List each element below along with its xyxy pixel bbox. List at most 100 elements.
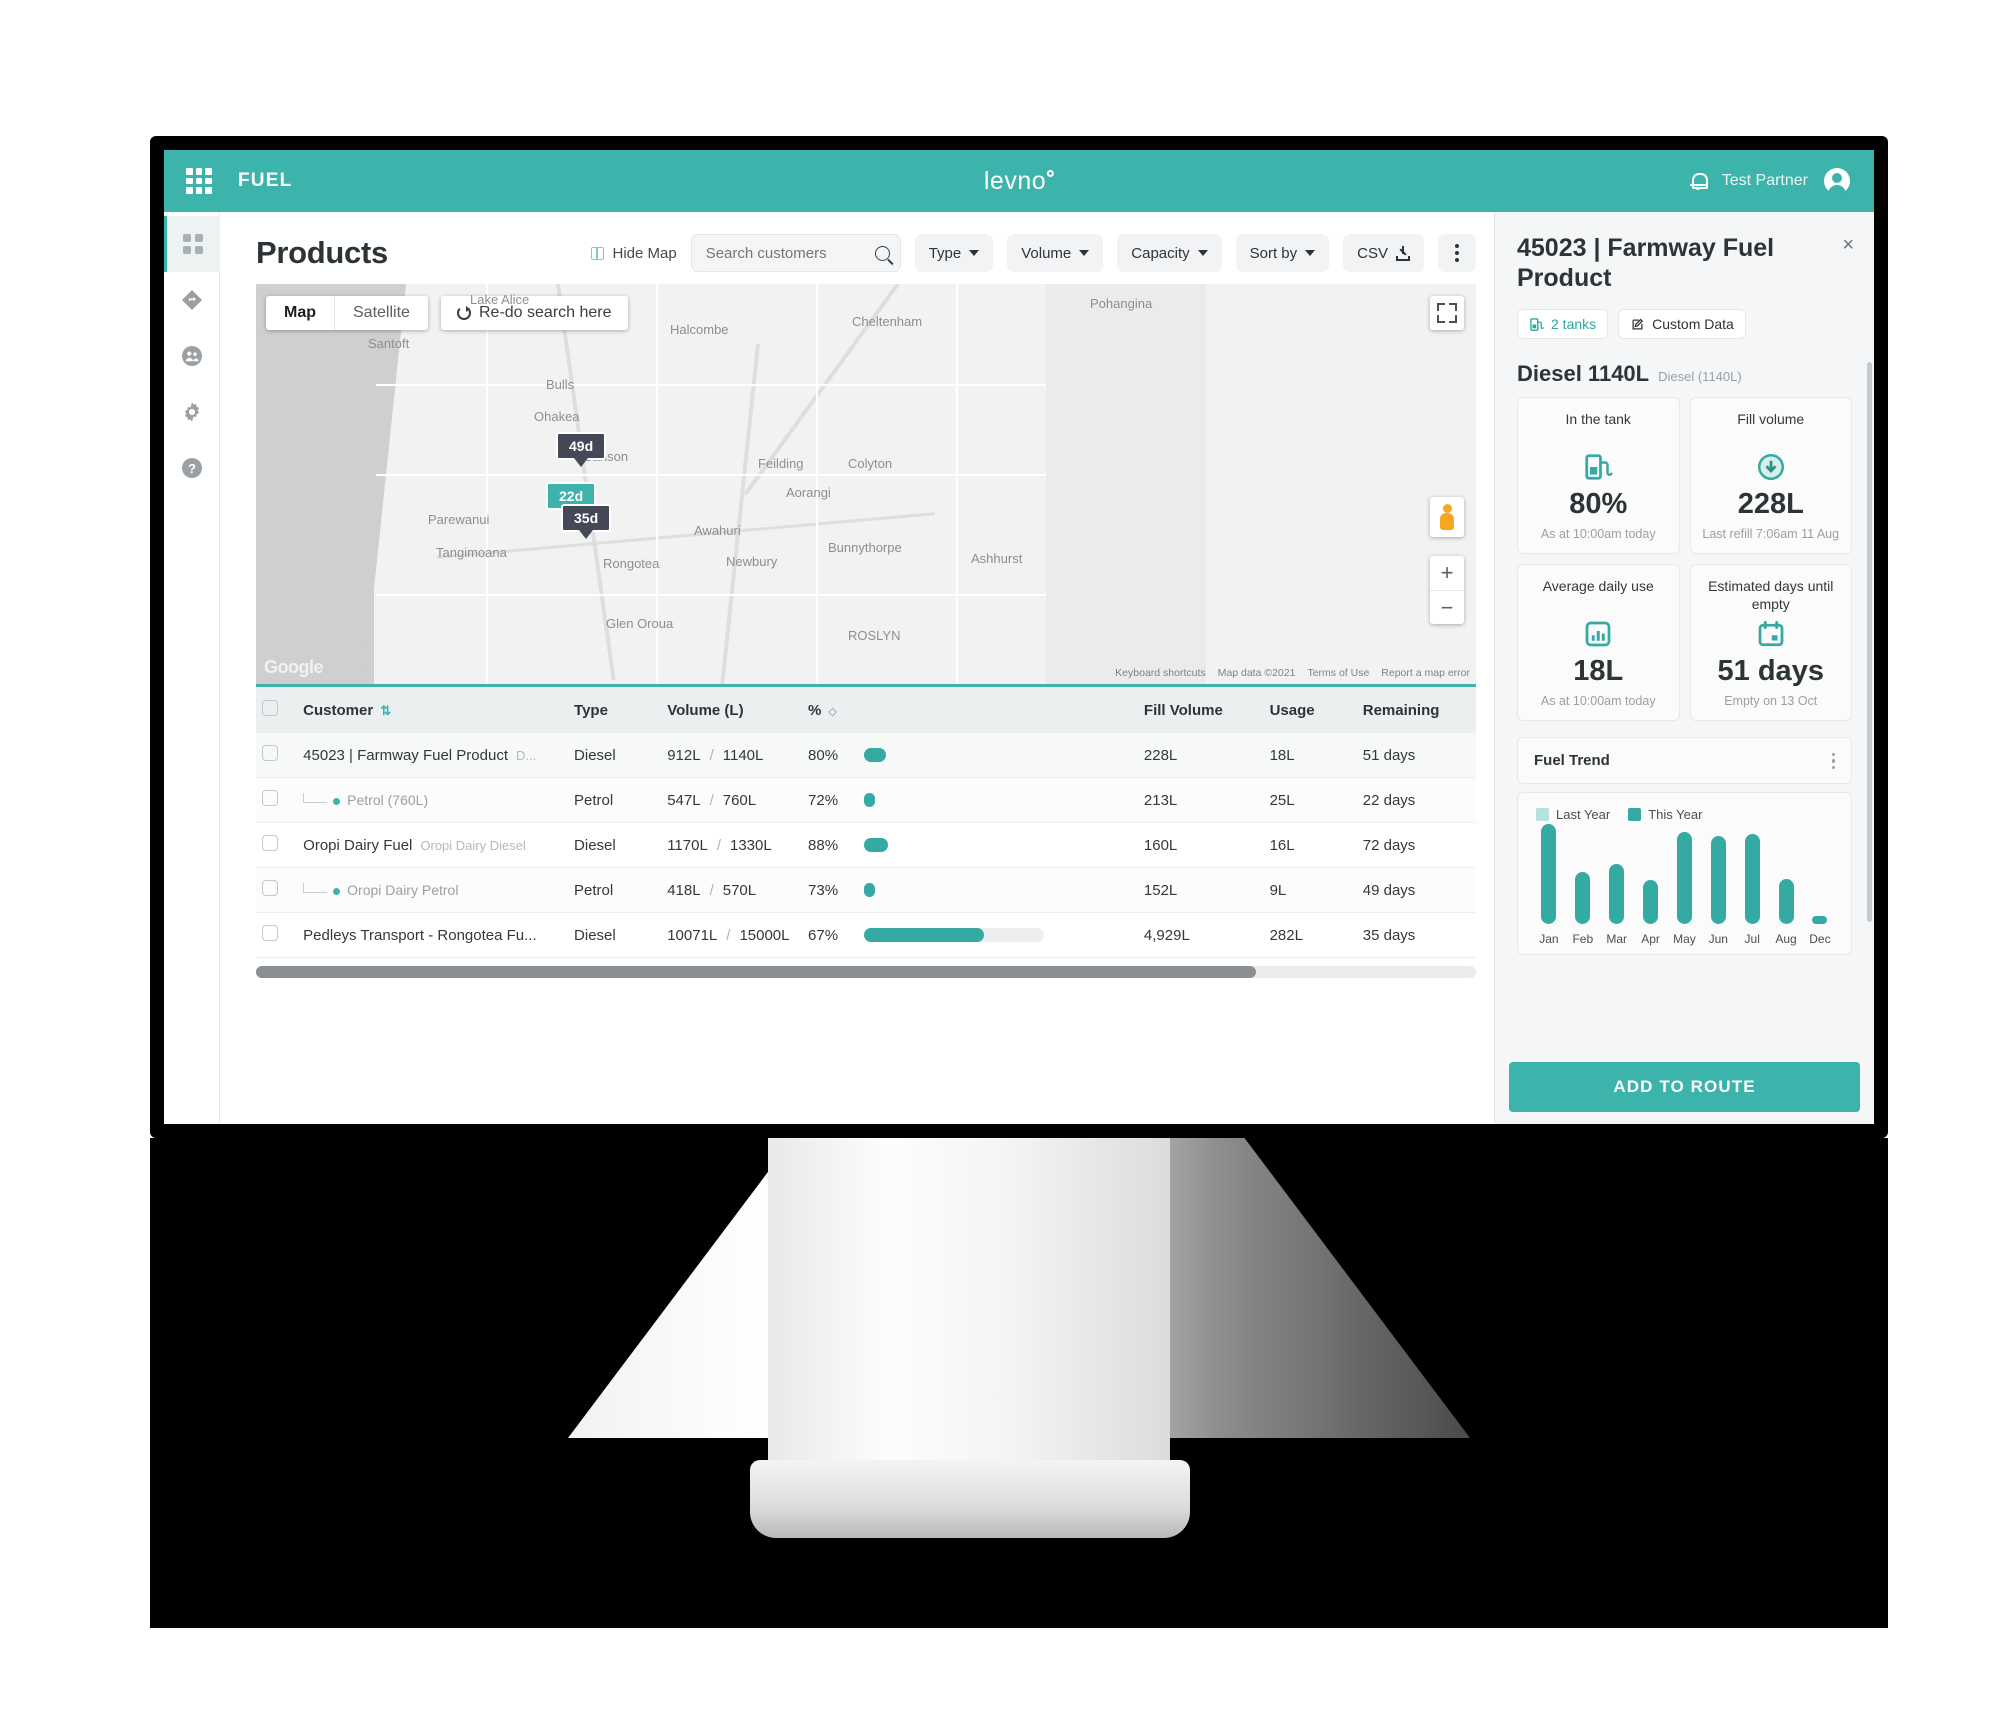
zoom-out-button[interactable]: − [1430, 590, 1464, 624]
table-row[interactable]: 45023 | Farmway Fuel Product D... Diesel 91… [256, 733, 1476, 778]
row-select-cell[interactable] [256, 733, 298, 778]
row-select-cell[interactable] [256, 822, 298, 868]
chart-bar-column: Jan [1536, 824, 1562, 946]
custom-data-chip[interactable]: Custom Data [1618, 309, 1746, 339]
col-customer[interactable]: Customer ⇅ [297, 687, 569, 733]
col-usage[interactable]: Usage [1263, 687, 1357, 733]
map-type-toggle[interactable]: Map Satellite [266, 296, 428, 330]
table-row[interactable]: Oropi Dairy Petrol Petrol 418L/570L 73% 152L… [256, 867, 1476, 913]
scrollbar-thumb[interactable] [256, 966, 1257, 978]
table-horizontal-scrollbar[interactable] [256, 966, 1476, 978]
row-checkbox[interactable] [262, 835, 278, 851]
user-avatar-icon[interactable] [1824, 168, 1850, 196]
fullscreen-button[interactable] [1430, 296, 1464, 330]
table-body: 45023 | Farmway Fuel Product D... Diesel 91… [256, 733, 1476, 958]
sidebar-item-routes[interactable] [164, 272, 220, 328]
row-checkbox[interactable] [262, 880, 278, 896]
map-place-label: Feilding [758, 456, 804, 471]
select-all-checkbox[interactable] [262, 700, 278, 716]
more-options-button[interactable] [1438, 234, 1476, 272]
col-customer-label: Customer [303, 701, 374, 719]
chart-bar [1676, 832, 1692, 925]
chart-bar [1609, 864, 1625, 925]
sidebar-item-dashboard[interactable] [164, 216, 220, 272]
map-terrain [1046, 284, 1206, 684]
col-remaining[interactable]: Remaining [1356, 687, 1476, 733]
add-to-route-button[interactable]: ADD TO ROUTE [1509, 1062, 1860, 1112]
sort-by-button[interactable]: Sort by [1235, 234, 1330, 272]
chevron-down-icon [1079, 250, 1090, 256]
map-tab-map[interactable]: Map [266, 296, 334, 330]
legend-item-last-year: Last Year [1536, 807, 1610, 822]
tank-heading: Diesel 1140L Diesel (1140L) [1517, 361, 1852, 387]
brand-text: levno [983, 166, 1047, 195]
col-fill-volume[interactable]: Fill Volume [1137, 687, 1264, 733]
row-volume-bar-track [864, 838, 889, 852]
table-row[interactable]: Pedleys Transport - Rongotea Fu... Diesel… [256, 912, 1476, 958]
map-tab-satellite[interactable]: Satellite [334, 296, 428, 330]
monitor-stand-column [768, 1138, 1170, 1478]
filter-type-button[interactable]: Type [914, 234, 994, 272]
row-percent: 67% [802, 912, 859, 958]
map-terms-link[interactable]: Terms of Use [1307, 667, 1369, 679]
search-icon[interactable] [874, 245, 890, 261]
map-marker[interactable]: 49d [556, 432, 607, 467]
row-select-cell[interactable] [256, 777, 298, 823]
map-keyboard-shortcuts[interactable]: Keyboard shortcuts [1115, 667, 1205, 679]
zoom-in-button[interactable]: + [1430, 556, 1464, 590]
close-icon[interactable]: × [1842, 234, 1854, 257]
tanks-chip[interactable]: 2 tanks [1517, 309, 1609, 339]
sort-asc-icon[interactable]: ⇅ [380, 703, 391, 719]
row-customer-subname: D... [516, 747, 537, 763]
search-input[interactable] [705, 244, 875, 262]
row-volume-bar-fill [864, 883, 876, 897]
csv-download-button[interactable]: CSV [1343, 234, 1424, 272]
filter-capacity-button[interactable]: Capacity [1117, 234, 1222, 272]
row-select-cell[interactable] [256, 867, 298, 913]
row-checkbox[interactable] [262, 745, 278, 761]
map-marker[interactable]: 35d [561, 504, 612, 539]
volume-separator: / [726, 926, 731, 944]
fuel-trend-options-button[interactable] [1831, 752, 1835, 770]
volume-separator: / [716, 836, 721, 854]
screenshot-stage: FUEL levno Test Partner ? Products Hide … [0, 0, 2000, 1728]
table-row[interactable]: Oropi Dairy Fuel Oropi Dairy Diesel Diesel… [256, 822, 1476, 868]
help-circle-icon: ? [181, 458, 202, 478]
col-bar [858, 687, 1138, 733]
row-remaining: 22 days [1356, 777, 1476, 823]
sidebar: ? [164, 212, 220, 1124]
filter-volume-button[interactable]: Volume [1007, 234, 1104, 272]
table-row[interactable]: Petrol (760L) Petrol 547L/760L 72% 213L 25L 22… [256, 777, 1476, 823]
row-checkbox[interactable] [262, 790, 278, 806]
detail-panel-header: 45023 | Farmway Fuel Product × 2 tanks C… [1495, 212, 1874, 339]
row-checkbox[interactable] [262, 925, 278, 941]
legend-item-this-year: This Year [1628, 807, 1702, 822]
detail-panel-scrollbar[interactable] [1867, 362, 1872, 922]
row-select-cell[interactable] [256, 912, 298, 958]
col-type[interactable]: Type [568, 687, 662, 733]
search-customers-box[interactable] [690, 234, 901, 272]
map-report-link[interactable]: Report a map error [1381, 667, 1470, 679]
apps-grid-icon[interactable] [186, 168, 212, 194]
bell-icon[interactable] [1689, 172, 1708, 190]
redo-search-button[interactable]: Re-do search here [441, 296, 628, 330]
sidebar-item-customers[interactable] [164, 328, 220, 384]
row-volume-bar-fill [864, 928, 985, 942]
col-volume[interactable]: Volume (L) [661, 687, 803, 733]
download-icon [1396, 245, 1410, 261]
map-place-label: Bunnythorpe [828, 540, 902, 555]
row-volume-bar-track [864, 928, 1044, 942]
map-road [816, 284, 818, 684]
people-icon [181, 346, 202, 366]
col-percent[interactable]: % ◇ [802, 687, 859, 733]
map[interactable]: Map Satellite Re-do search here + − Goog… [256, 284, 1476, 684]
hide-map-button[interactable]: Hide Map [591, 245, 677, 262]
select-all-cell[interactable] [256, 687, 298, 733]
sidebar-item-help[interactable]: ? [164, 440, 220, 496]
row-customer-name: Petrol (760L) [347, 791, 429, 808]
sidebar-item-settings[interactable] [164, 384, 220, 440]
col-percent-label: % [808, 701, 822, 719]
sort-toggle-icon[interactable]: ◇ [828, 705, 836, 718]
pegman-streetview-icon[interactable] [1430, 497, 1464, 537]
map-zoom-controls[interactable]: + − [1430, 556, 1464, 624]
